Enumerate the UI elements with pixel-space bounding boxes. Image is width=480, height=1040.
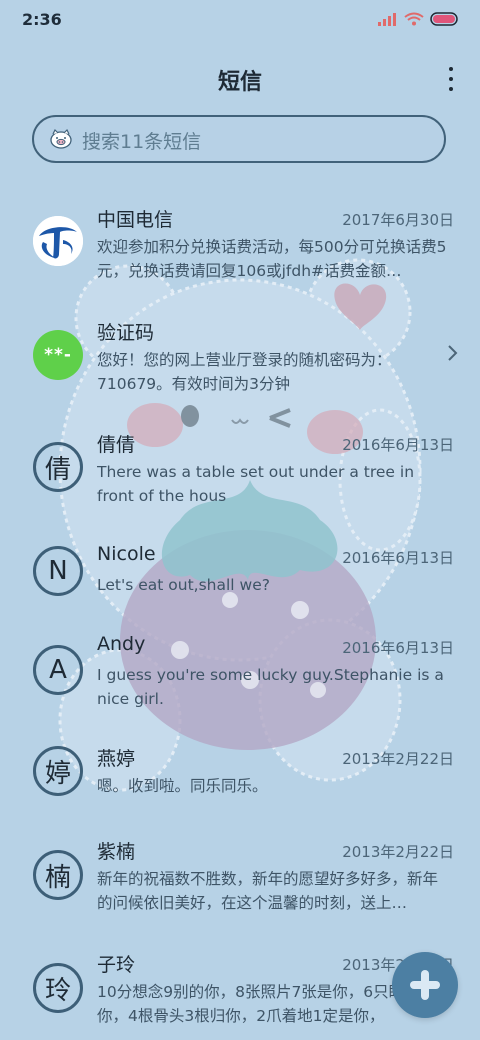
- message-date: 2016年6月13日: [342, 639, 454, 657]
- wifi-icon: [404, 12, 424, 26]
- sender-name: 倩倩: [97, 434, 136, 456]
- search-input[interactable]: 搜索11条短信: [32, 115, 446, 163]
- list-item[interactable]: 楠 紫楠 2013年2月22日 新年的祝福数不胜数，新年的愿望好多好多，新年的问…: [0, 837, 480, 923]
- message-snippet: Let's eat out,shall we?: [97, 576, 270, 594]
- china-telecom-logo-icon: [33, 216, 83, 266]
- message-date: 2013年2月22日: [342, 843, 454, 861]
- sender-name: 中国电信: [97, 209, 174, 231]
- list-item[interactable]: **- 验证码 您好！您的网上营业厅登录的随机密码为：710679。有效时间为3…: [0, 318, 480, 404]
- list-item[interactable]: N Nicole 2016年6月13日 Let's eat out,shall …: [0, 543, 480, 613]
- avatar: N: [33, 546, 83, 596]
- more-vertical-icon[interactable]: [444, 64, 458, 94]
- status-icons: [378, 12, 460, 26]
- avatar: 婷: [33, 746, 83, 796]
- signal-icon: [378, 13, 396, 26]
- avatar: 楠: [33, 850, 83, 900]
- sender-name: Andy: [97, 633, 146, 655]
- app-header: 短信: [0, 56, 480, 102]
- pig-face-icon: [50, 129, 72, 149]
- sender-name: 验证码: [97, 322, 155, 344]
- new-message-button[interactable]: [392, 952, 458, 1018]
- list-item[interactable]: 婷 燕婷 2013年2月22日 嗯。收到啦。同乐同乐。: [0, 744, 480, 814]
- message-snippet: 欢迎参加积分兑换话费活动，每500分可兑换话费5元，兑换话费请回复106或jfd…: [97, 238, 447, 280]
- avatar: A: [33, 645, 83, 695]
- status-time: 2:36: [22, 10, 62, 29]
- battery-icon: [430, 12, 458, 26]
- avatar: 倩: [33, 442, 83, 492]
- sender-name: 燕婷: [97, 748, 136, 770]
- avatar: [33, 216, 83, 266]
- message-date: 2017年6月30日: [342, 211, 454, 229]
- plus-icon: [410, 970, 440, 1000]
- message-date: 2016年6月13日: [342, 436, 454, 454]
- avatar: **-: [33, 330, 83, 380]
- search-placeholder: 搜索11条短信: [82, 131, 202, 153]
- page-title: 短信: [217, 70, 262, 95]
- message-snippet: 新年的祝福数不胜数，新年的愿望好多好多，新年的问候依旧美好，在这个温馨的时刻，送…: [97, 870, 439, 912]
- sender-name: Nicole: [97, 543, 156, 565]
- list-item[interactable]: A Andy 2016年6月13日 I guess you're some lu…: [0, 633, 480, 719]
- list-item[interactable]: 中国电信 2017年6月30日 欢迎参加积分兑换话费活动，每500分可兑换话费5…: [0, 205, 480, 291]
- sender-name: 紫楠: [97, 841, 136, 863]
- message-snippet: 您好！您的网上营业厅登录的随机密码为：710679。有效时间为3分钟: [97, 351, 392, 393]
- message-snippet: I guess you're some lucky guy.Stephanie …: [97, 666, 444, 708]
- status-bar: 2:36: [0, 0, 480, 44]
- message-date: 2016年6月13日: [342, 549, 454, 567]
- list-item[interactable]: 倩 倩倩 2016年6月13日 There was a table set ou…: [0, 430, 480, 516]
- message-date: 2013年2月22日: [342, 750, 454, 768]
- sender-name: 子玲: [97, 954, 136, 976]
- message-snippet: There was a table set out under a tree i…: [97, 463, 415, 505]
- avatar: 玲: [33, 963, 83, 1013]
- message-snippet: 嗯。收到啦。同乐同乐。: [97, 777, 268, 795]
